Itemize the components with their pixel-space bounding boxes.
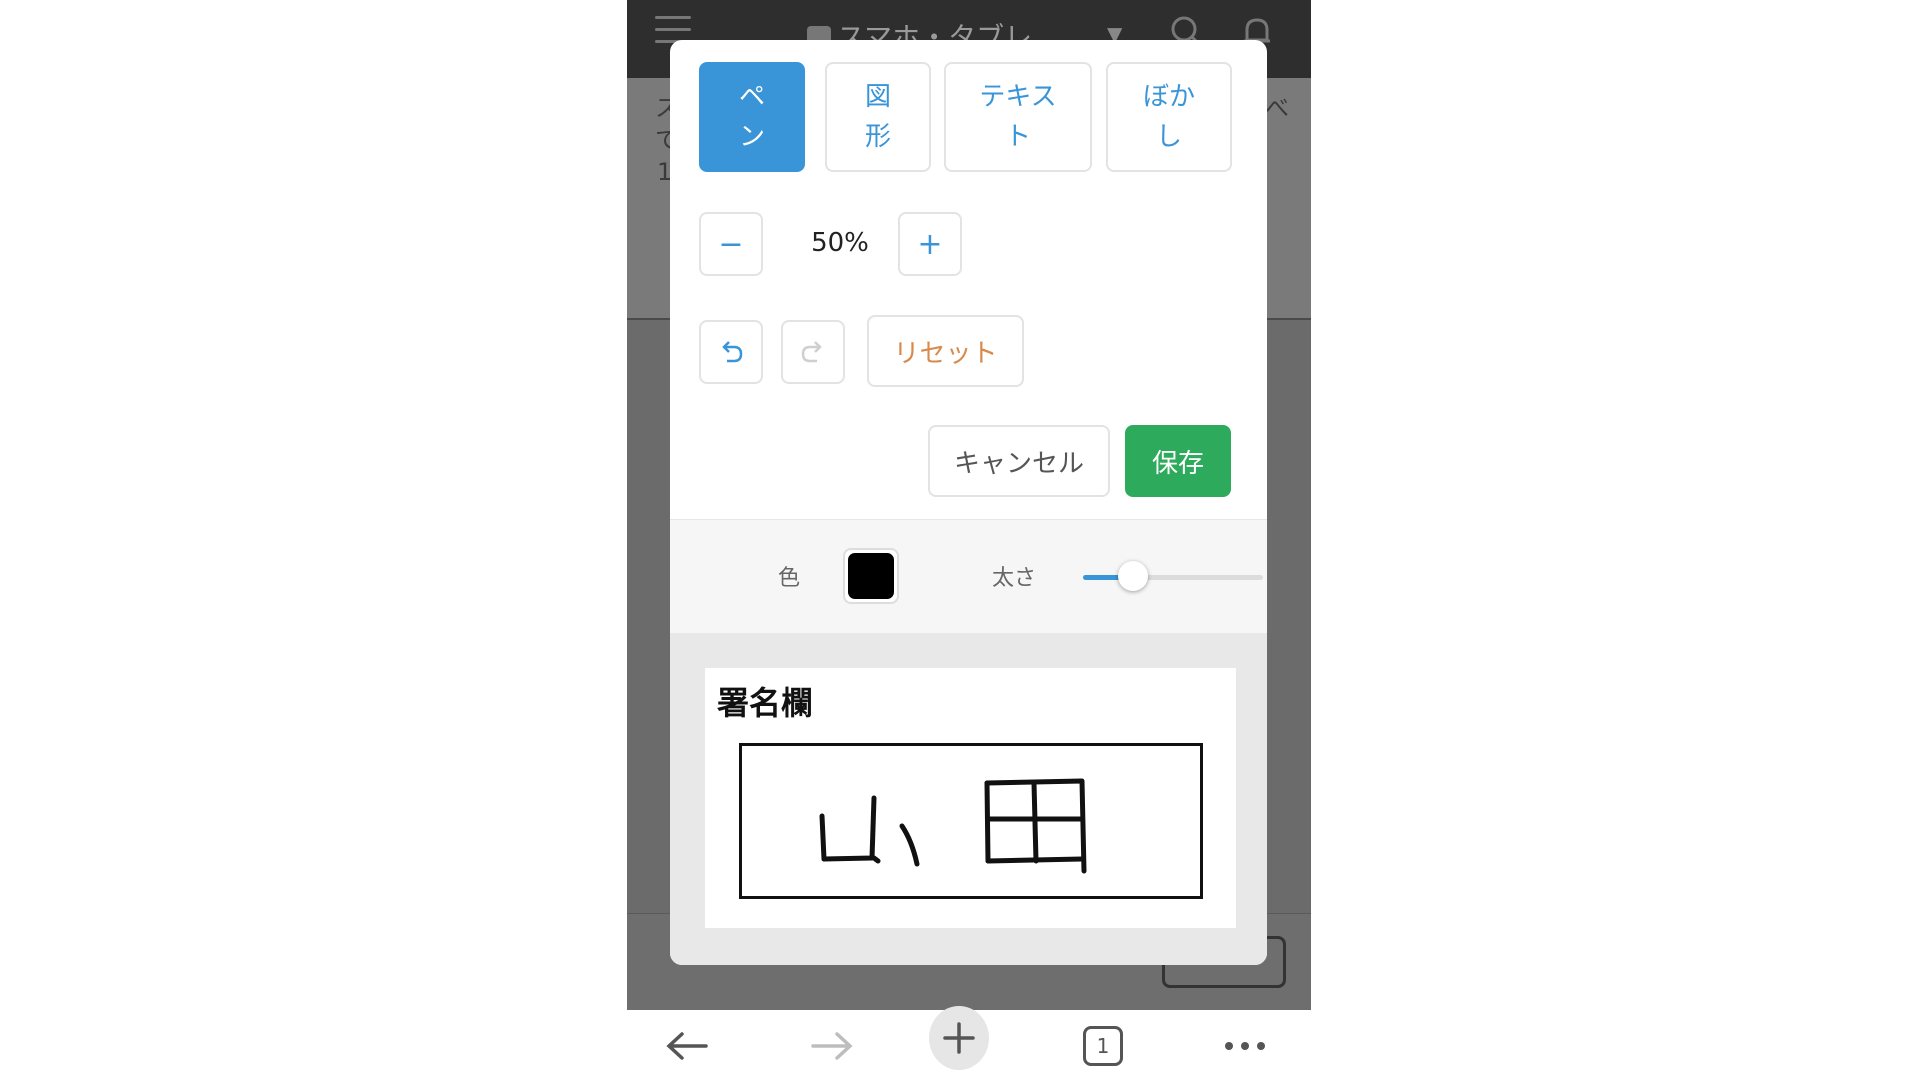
save-button[interactable]: 保存 xyxy=(1125,425,1231,497)
back-button[interactable] xyxy=(657,1018,717,1074)
new-tab-button[interactable] xyxy=(929,1006,989,1070)
undo-button[interactable] xyxy=(699,320,763,384)
style-toolbar: 色 太さ xyxy=(670,519,1267,634)
phone-screen: スマホ・タブレ… ▼ ス て 1 べ ペン 図形 テキスト ぼか し − 50%… xyxy=(627,0,1311,1080)
color-label: 色 xyxy=(778,566,801,591)
more-button[interactable] xyxy=(1215,1018,1275,1074)
document-image[interactable]: 署名欄 xyxy=(705,668,1236,928)
browser-toolbar: 1 xyxy=(627,1006,1311,1080)
tool-shape-button[interactable]: 図形 xyxy=(825,62,931,172)
plus-icon xyxy=(943,1022,975,1054)
tool-blur-button[interactable]: ぼかし xyxy=(1106,62,1232,172)
tabs-button[interactable]: 1 xyxy=(1073,1018,1133,1074)
zoom-level: 50% xyxy=(811,228,869,258)
tool-text-button[interactable]: テキスト xyxy=(944,62,1092,172)
arrow-right-icon xyxy=(811,1032,853,1060)
color-picker[interactable] xyxy=(843,548,899,604)
color-swatch xyxy=(848,553,894,599)
undo-icon xyxy=(722,341,743,363)
page-text: べ xyxy=(1265,94,1289,122)
zoom-out-button[interactable]: − xyxy=(699,212,763,276)
cancel-button[interactable]: キャンセル xyxy=(928,425,1110,497)
image-editor-modal: ペン 図形 テキスト ぼかし − 50% + リセット キャンセル 保存 色 太… xyxy=(670,40,1267,965)
tab-count-icon: 1 xyxy=(1083,1026,1123,1066)
drawing-canvas-area[interactable]: 署名欄 xyxy=(670,633,1267,965)
document-title: 署名欄 xyxy=(717,684,814,722)
arrow-left-icon xyxy=(666,1032,708,1060)
redo-button[interactable] xyxy=(781,320,845,384)
thickness-slider[interactable] xyxy=(1083,561,1263,591)
reset-button[interactable]: リセット xyxy=(867,315,1024,387)
thickness-label: 太さ xyxy=(992,566,1037,591)
zoom-in-button[interactable]: + xyxy=(898,212,962,276)
tool-pen-button[interactable]: ペン xyxy=(699,62,805,172)
signature-box xyxy=(739,743,1203,899)
redo-icon xyxy=(801,341,822,363)
more-icon xyxy=(1225,1042,1265,1050)
forward-button[interactable] xyxy=(802,1018,862,1074)
thickness-slider-thumb[interactable] xyxy=(1118,561,1149,591)
handwritten-signature xyxy=(819,778,1087,874)
